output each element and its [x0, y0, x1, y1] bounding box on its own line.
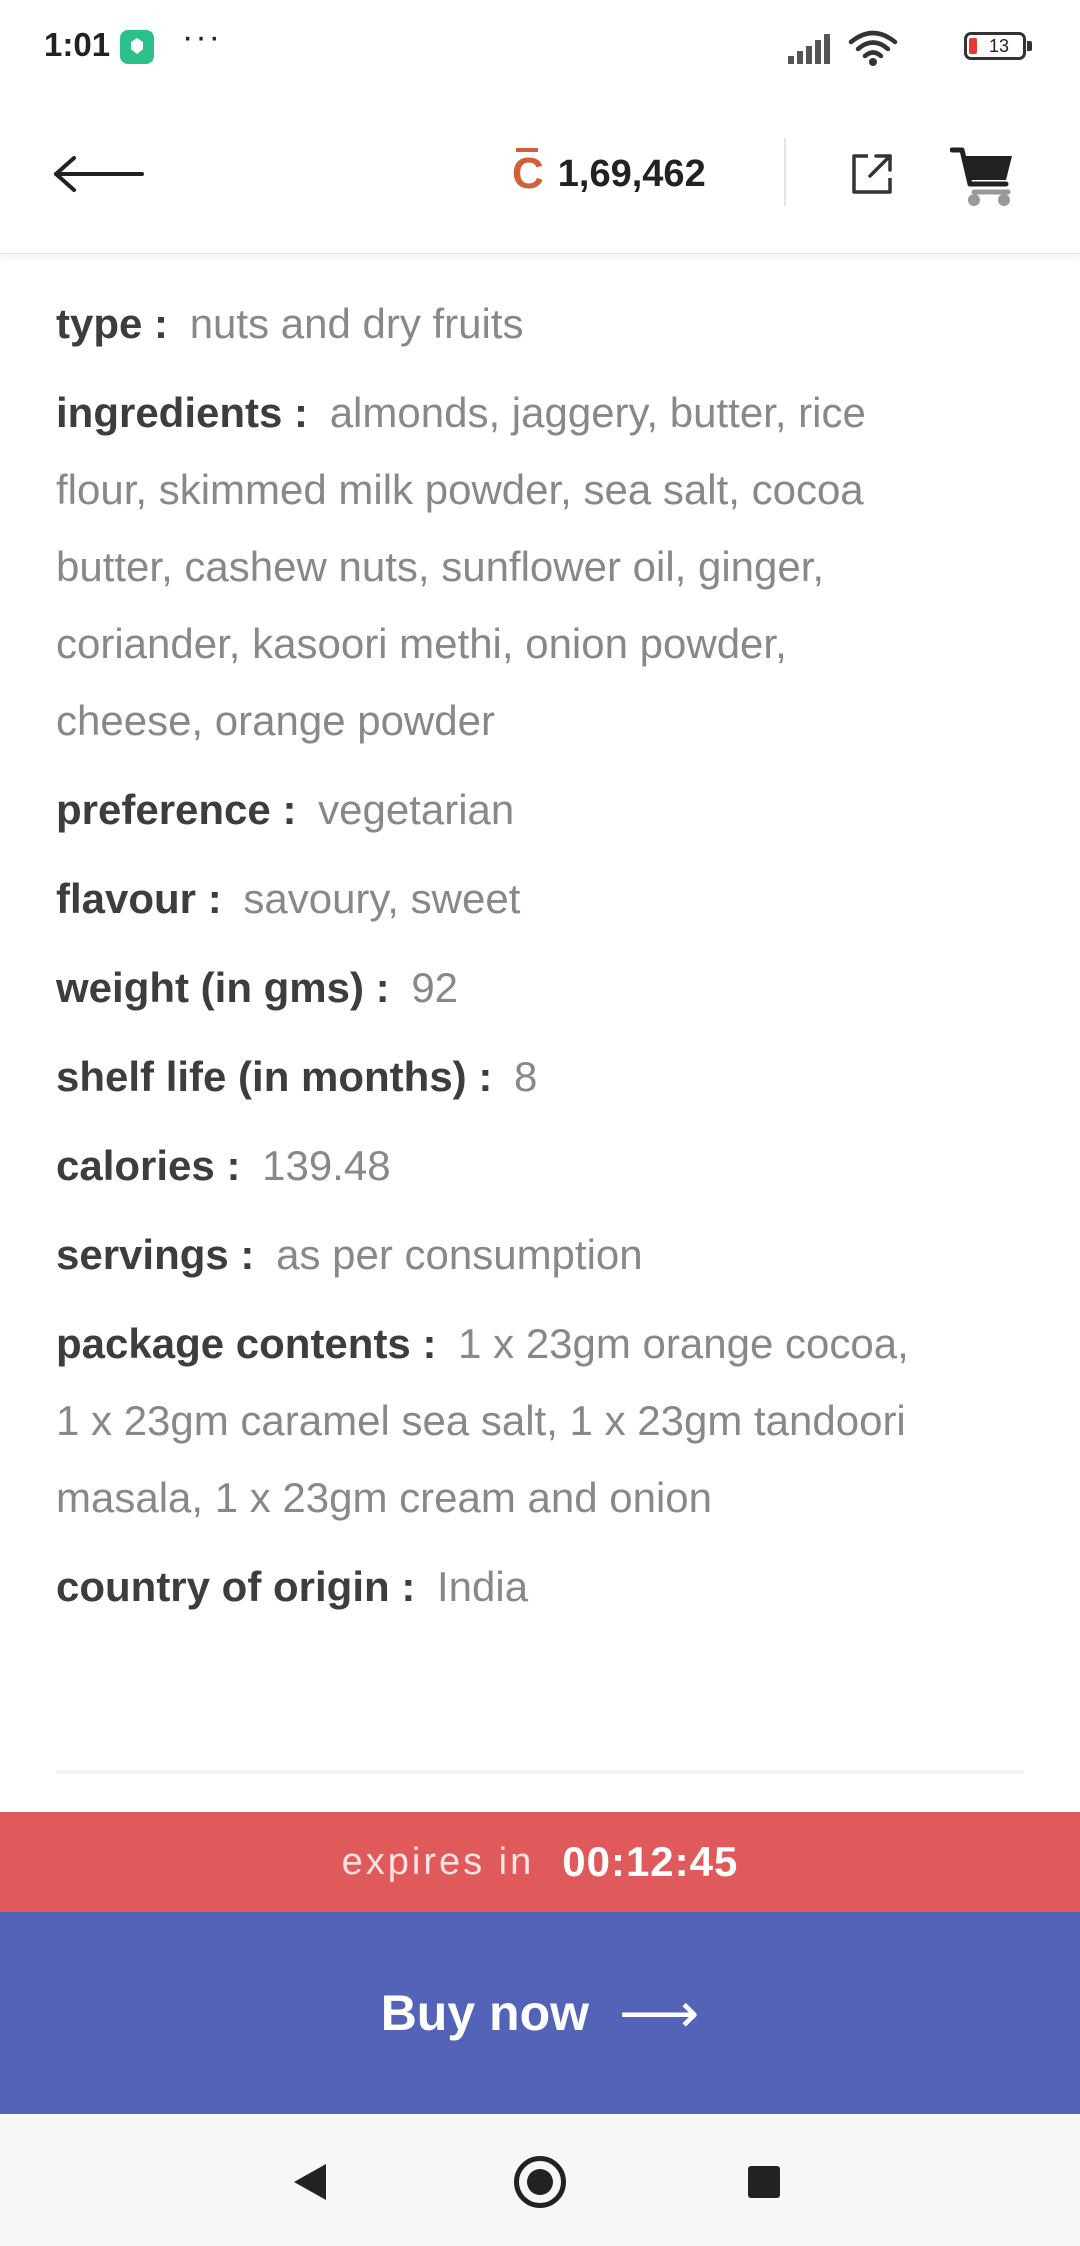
coin-balance-value: 1,69,462: [557, 152, 706, 195]
buy-now-button[interactable]: Buy now ⟶: [0, 1912, 1080, 2114]
more-notifications-icon: ···: [182, 18, 222, 56]
battery-icon: 13: [964, 32, 1032, 60]
back-button[interactable]: [50, 144, 150, 204]
expiry-label: expires in: [341, 1840, 535, 1883]
wifi-icon: [848, 30, 898, 66]
detail-weight: weight (in gms) : 92: [56, 964, 459, 1011]
detail-value: 8: [514, 1053, 538, 1100]
detail-shelf-life: shelf life (in months) : 8: [56, 1053, 538, 1100]
nav-home-icon[interactable]: [514, 2156, 566, 2208]
product-details: type : nuts and dry fruits ingredients :…: [0, 254, 1080, 1812]
shield-app-icon: [120, 30, 154, 64]
header-divider: [784, 138, 786, 206]
detail-value: almonds, jaggery, butter, rice flour, sk…: [56, 389, 866, 744]
status-indicators: 13: [730, 28, 1032, 68]
detail-label: preference: [56, 786, 271, 833]
detail-ingredients: ingredients : almonds, jaggery, butter, …: [56, 389, 866, 744]
detail-label: servings: [56, 1231, 229, 1278]
detail-value: India: [436, 1563, 529, 1610]
system-nav-bar: [0, 2114, 1080, 2246]
detail-label: type: [56, 300, 143, 347]
detail-value: savoury, sweet: [243, 875, 521, 922]
status-bar: 1:01 ··· 13: [0, 0, 1080, 92]
detail-label: weight (in gms): [56, 964, 364, 1011]
arrow-right-icon: ⟶: [619, 1981, 700, 2044]
detail-preference: preference : vegetarian: [56, 786, 515, 833]
expiry-banner: expires in 00:12:45: [0, 1812, 1080, 1912]
detail-servings: servings : as per consumption: [56, 1231, 643, 1278]
detail-flavour: flavour : savoury, sweet: [56, 875, 521, 922]
detail-label: shelf life (in months): [56, 1053, 467, 1100]
detail-type: type : nuts and dry fruits: [56, 300, 524, 347]
status-time: 1:01: [44, 26, 111, 63]
app-header: C 1,69,462: [0, 92, 1080, 254]
nav-back-icon[interactable]: [294, 2164, 326, 2200]
detail-country-of-origin: country of origin : India: [56, 1563, 529, 1610]
cart-button[interactable]: [949, 144, 1016, 208]
detail-value: vegetarian: [318, 786, 515, 833]
detail-value: 92: [411, 964, 459, 1011]
detail-value: 139.48: [262, 1142, 391, 1189]
signal-icon: [788, 34, 832, 64]
detail-package-contents: package contents : 1 x 23gm orange cocoa…: [56, 1320, 909, 1521]
arrow-left-icon: [54, 156, 144, 192]
detail-calories: calories : 139.48: [56, 1142, 391, 1189]
buy-now-label: Buy now: [380, 1985, 590, 2041]
detail-label: flavour: [56, 875, 197, 922]
detail-label: ingredients: [56, 389, 283, 436]
detail-value: as per consumption: [276, 1231, 643, 1278]
coin-balance[interactable]: C 1,69,462: [512, 144, 706, 204]
section-divider: [56, 1770, 1024, 1774]
share-button[interactable]: [848, 150, 896, 198]
cart-icon: [949, 147, 1012, 206]
detail-label: package contents: [56, 1320, 411, 1367]
detail-label: country of origin: [56, 1563, 390, 1610]
external-link-icon: [852, 154, 892, 194]
detail-label: calories: [56, 1142, 215, 1189]
nav-recents-icon[interactable]: [748, 2166, 780, 2198]
detail-value: nuts and dry fruits: [189, 300, 524, 347]
battery-level: 13: [988, 36, 1010, 56]
expiry-countdown: 00:12:45: [562, 1838, 739, 1885]
coin-icon: C: [512, 148, 544, 198]
